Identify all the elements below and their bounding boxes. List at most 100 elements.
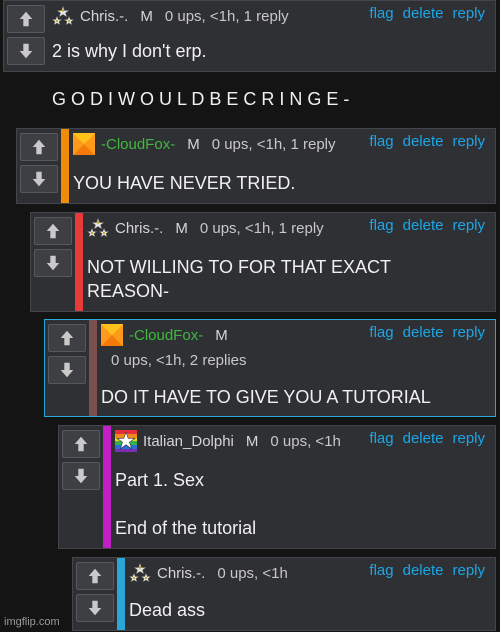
downvote-button[interactable] [62,462,100,490]
arrow-down-icon [46,255,60,271]
star-triangle-avatar-icon [87,217,109,239]
vote-column [59,426,103,548]
comment-card: Chris.-. M 0 ups, <1h, 1 reply flag dele… [30,212,496,312]
thread-stripe [117,558,125,630]
reply-link[interactable]: reply [452,5,485,22]
comment-meta: Chris.-. 0 ups, <1h flag delete reply [129,562,491,584]
comment-stats: 0 ups, <1h [217,564,288,582]
comment-stats: 0 ups, <1h, 1 reply [199,219,324,237]
comment-meta: -CloudFox- M 0 ups, <1h, 1 reply flag de… [73,133,491,155]
upvote-button[interactable] [48,324,86,352]
thread-stripe [61,129,69,203]
username[interactable]: Chris.-. [157,565,205,582]
arrow-down-icon [60,362,74,378]
arrow-up-icon [19,11,33,27]
comment-card: Chris.-. M 0 ups, <1h, 1 reply flag dele… [3,0,496,109]
comment-stats: 0 ups, <1h, 2 replies [111,352,247,369]
arrow-up-icon [60,330,74,346]
comment-body: NOT WILLING TO FOR THAT EXACT REASON- [87,257,392,301]
comment-body: 2 is why I don't erp. G O D I W O U L D … [52,41,350,109]
comment-body: YOU HAVE NEVER TRIED. [73,173,296,193]
mod-badge: M [245,432,259,450]
comment-stats: 0 ups, <1h, 1 reply [164,7,289,25]
comment-actions: flag delete reply [369,562,485,579]
comment-actions: flag delete reply [369,5,485,22]
delete-link[interactable]: delete [403,217,444,234]
comment-meta: Italian_Dolphi M 0 ups, <1h flag delete … [115,430,491,452]
thread-stripe [75,213,83,311]
star-triangle-avatar-icon [129,562,151,584]
upvote-button[interactable] [34,217,72,245]
comment-body: DO IT HAVE TO GIVE YOU A TUTORIAL [101,387,431,407]
mod-badge: M [175,219,188,237]
flag-link[interactable]: flag [369,217,393,234]
star-triangle-avatar-icon [52,5,74,27]
comment-meta: Chris.-. M 0 ups, <1h, 1 reply flag dele… [87,217,491,239]
delete-link[interactable]: delete [403,430,444,447]
delete-link[interactable]: delete [403,133,444,150]
upvote-button[interactable] [20,133,58,161]
thread-stripe [103,426,111,548]
comment-body: Part 1. Sex End of the tutorial [115,470,257,538]
comment-stats: 0 ups, <1h [270,432,341,450]
flag-link[interactable]: flag [369,430,393,447]
comment-stats: 0 ups, <1h, 1 reply [211,135,336,153]
comment-card: Chris.-. 0 ups, <1h flag delete reply De… [72,557,496,631]
delete-link[interactable]: delete [403,5,444,22]
delete-link[interactable]: delete [403,324,444,341]
comment-actions: flag delete reply [369,217,485,234]
arrow-down-icon [32,171,46,187]
comment-card: -CloudFox- M 0 ups, <1h, 1 reply flag de… [16,128,496,204]
downvote-button[interactable] [76,594,114,622]
downvote-button[interactable] [48,356,86,384]
username[interactable]: -CloudFox- [101,136,175,153]
delete-link[interactable]: delete [403,562,444,579]
arrow-up-icon [88,568,102,584]
comment-meta: -CloudFox- M flag delete reply [101,324,491,346]
upvote-button[interactable] [7,5,45,33]
comment-meta: Chris.-. M 0 ups, <1h, 1 reply flag dele… [52,5,491,27]
flag-link[interactable]: flag [369,324,393,341]
downvote-button[interactable] [34,249,72,277]
arrow-up-icon [46,223,60,239]
orange-pinwheel-avatar-icon [73,133,95,155]
vote-column [73,558,117,630]
downvote-button[interactable] [20,165,58,193]
thread-stripe [89,320,97,416]
flag-link[interactable]: flag [369,562,393,579]
mod-badge: M [140,7,153,25]
username[interactable]: -CloudFox- [129,327,203,344]
rainbow-star-avatar-icon [115,430,137,452]
comment-actions: flag delete reply [369,324,485,341]
comment-actions: flag delete reply [369,430,485,447]
upvote-button[interactable] [76,562,114,590]
flag-link[interactable]: flag [369,5,393,22]
downvote-button[interactable] [7,37,45,65]
comment-card: Italian_Dolphi M 0 ups, <1h flag delete … [58,425,496,549]
orange-pinwheel-avatar-icon [101,324,123,346]
username[interactable]: Italian_Dolphi [143,433,234,450]
reply-link[interactable]: reply [452,430,485,447]
arrow-up-icon [74,436,88,452]
vote-column [31,213,75,311]
arrow-down-icon [19,43,33,59]
username[interactable]: Chris.-. [115,220,163,237]
vote-column [17,129,61,203]
reply-link[interactable]: reply [452,562,485,579]
mod-badge: M [215,326,228,344]
reply-link[interactable]: reply [452,324,485,341]
vote-column [45,320,89,416]
upvote-button[interactable] [62,430,100,458]
comment-body: Dead ass [129,600,206,620]
comment-actions: flag delete reply [369,133,485,150]
reply-link[interactable]: reply [452,217,485,234]
username[interactable]: Chris.-. [80,8,128,25]
arrow-down-icon [74,468,88,484]
reply-link[interactable]: reply [452,133,485,150]
vote-column [4,1,48,71]
mod-badge: M [187,135,200,153]
flag-link[interactable]: flag [369,133,393,150]
arrow-up-icon [32,139,46,155]
comment-card: -CloudFox- M flag delete reply 0 ups, <1… [44,319,496,417]
arrow-down-icon [88,600,102,616]
